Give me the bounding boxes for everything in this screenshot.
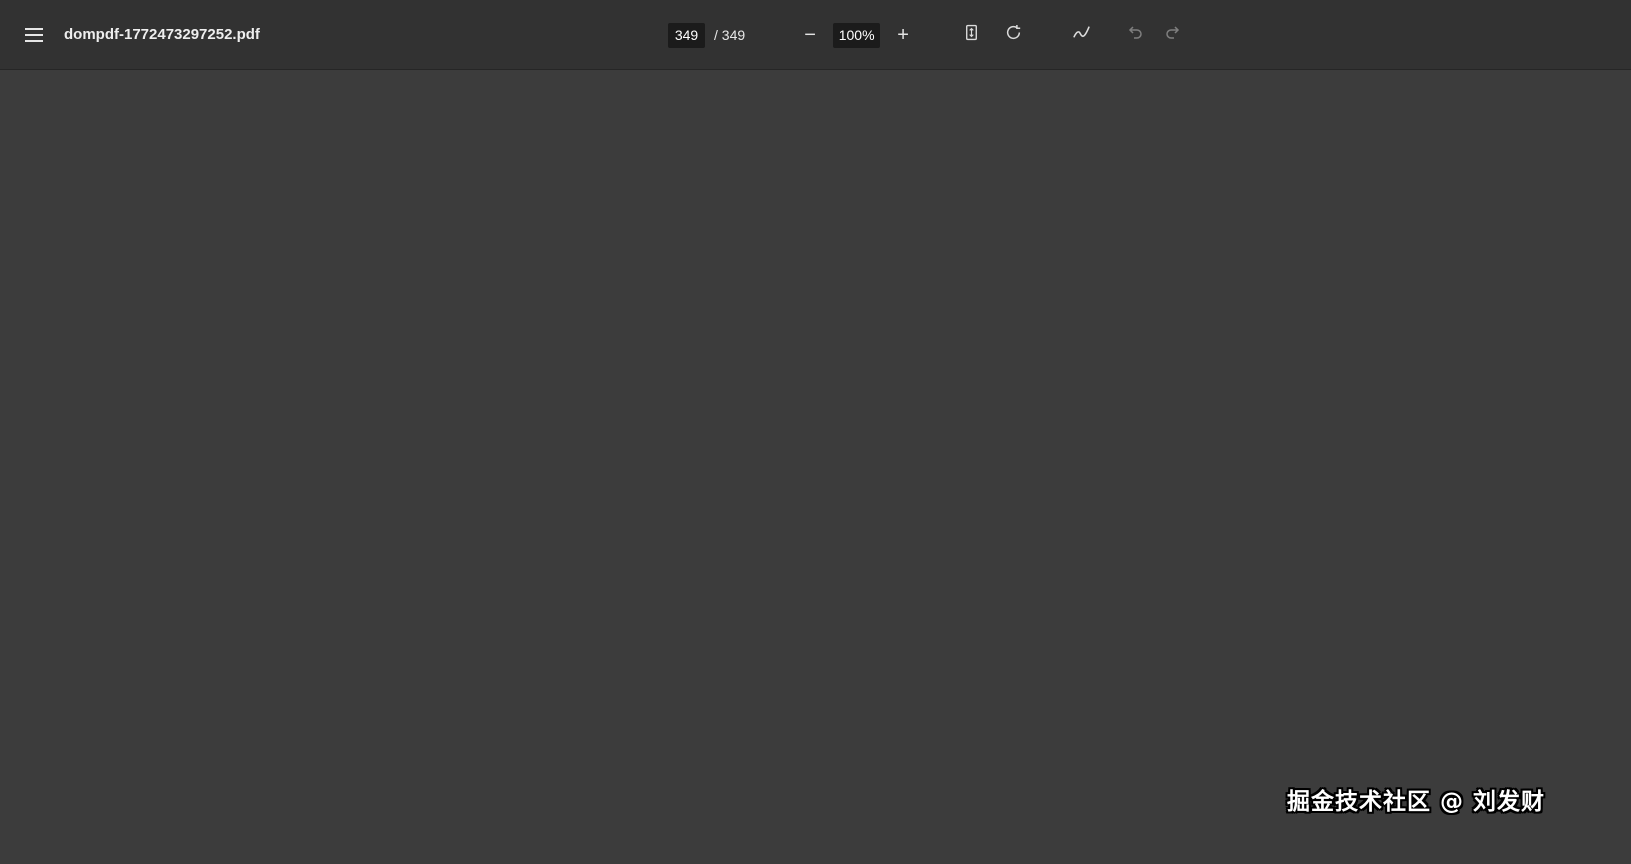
menu-icon[interactable]	[14, 15, 54, 55]
zoom-in-button[interactable]: +	[886, 18, 920, 52]
draw-button[interactable]	[1064, 18, 1098, 52]
zoom-controls: − 100% +	[793, 18, 920, 52]
page-total-label: / 349	[714, 27, 745, 43]
rotate-button[interactable]	[996, 18, 1030, 52]
zoom-level-select[interactable]: 100%	[833, 23, 880, 48]
pdf-viewer-app: dompdf-1772473297252.pdf / 349 − 100% +	[0, 0, 1631, 70]
rotate-icon	[1005, 24, 1022, 47]
redo-button[interactable]	[1156, 18, 1190, 52]
undo-button[interactable]	[1118, 18, 1152, 52]
pdf-toolbar: dompdf-1772473297252.pdf / 349 − 100% +	[0, 0, 1631, 70]
undo-icon	[1126, 23, 1144, 47]
page-number-input[interactable]	[668, 23, 705, 48]
fit-to-page-icon	[963, 24, 980, 47]
watermark: 掘金技术社区 @ 刘发财	[1287, 782, 1545, 816]
zoom-out-button[interactable]: −	[793, 18, 827, 52]
draw-ink-icon	[1072, 23, 1091, 48]
history-tools	[1118, 18, 1190, 52]
page-tools	[954, 18, 1030, 52]
document-title: dompdf-1772473297252.pdf	[64, 26, 260, 43]
annotation-tools	[1064, 18, 1098, 52]
redo-icon	[1164, 23, 1182, 47]
fit-to-page-button[interactable]	[954, 18, 988, 52]
toolbar-controls: / 349 − 100% +	[668, 0, 1190, 70]
